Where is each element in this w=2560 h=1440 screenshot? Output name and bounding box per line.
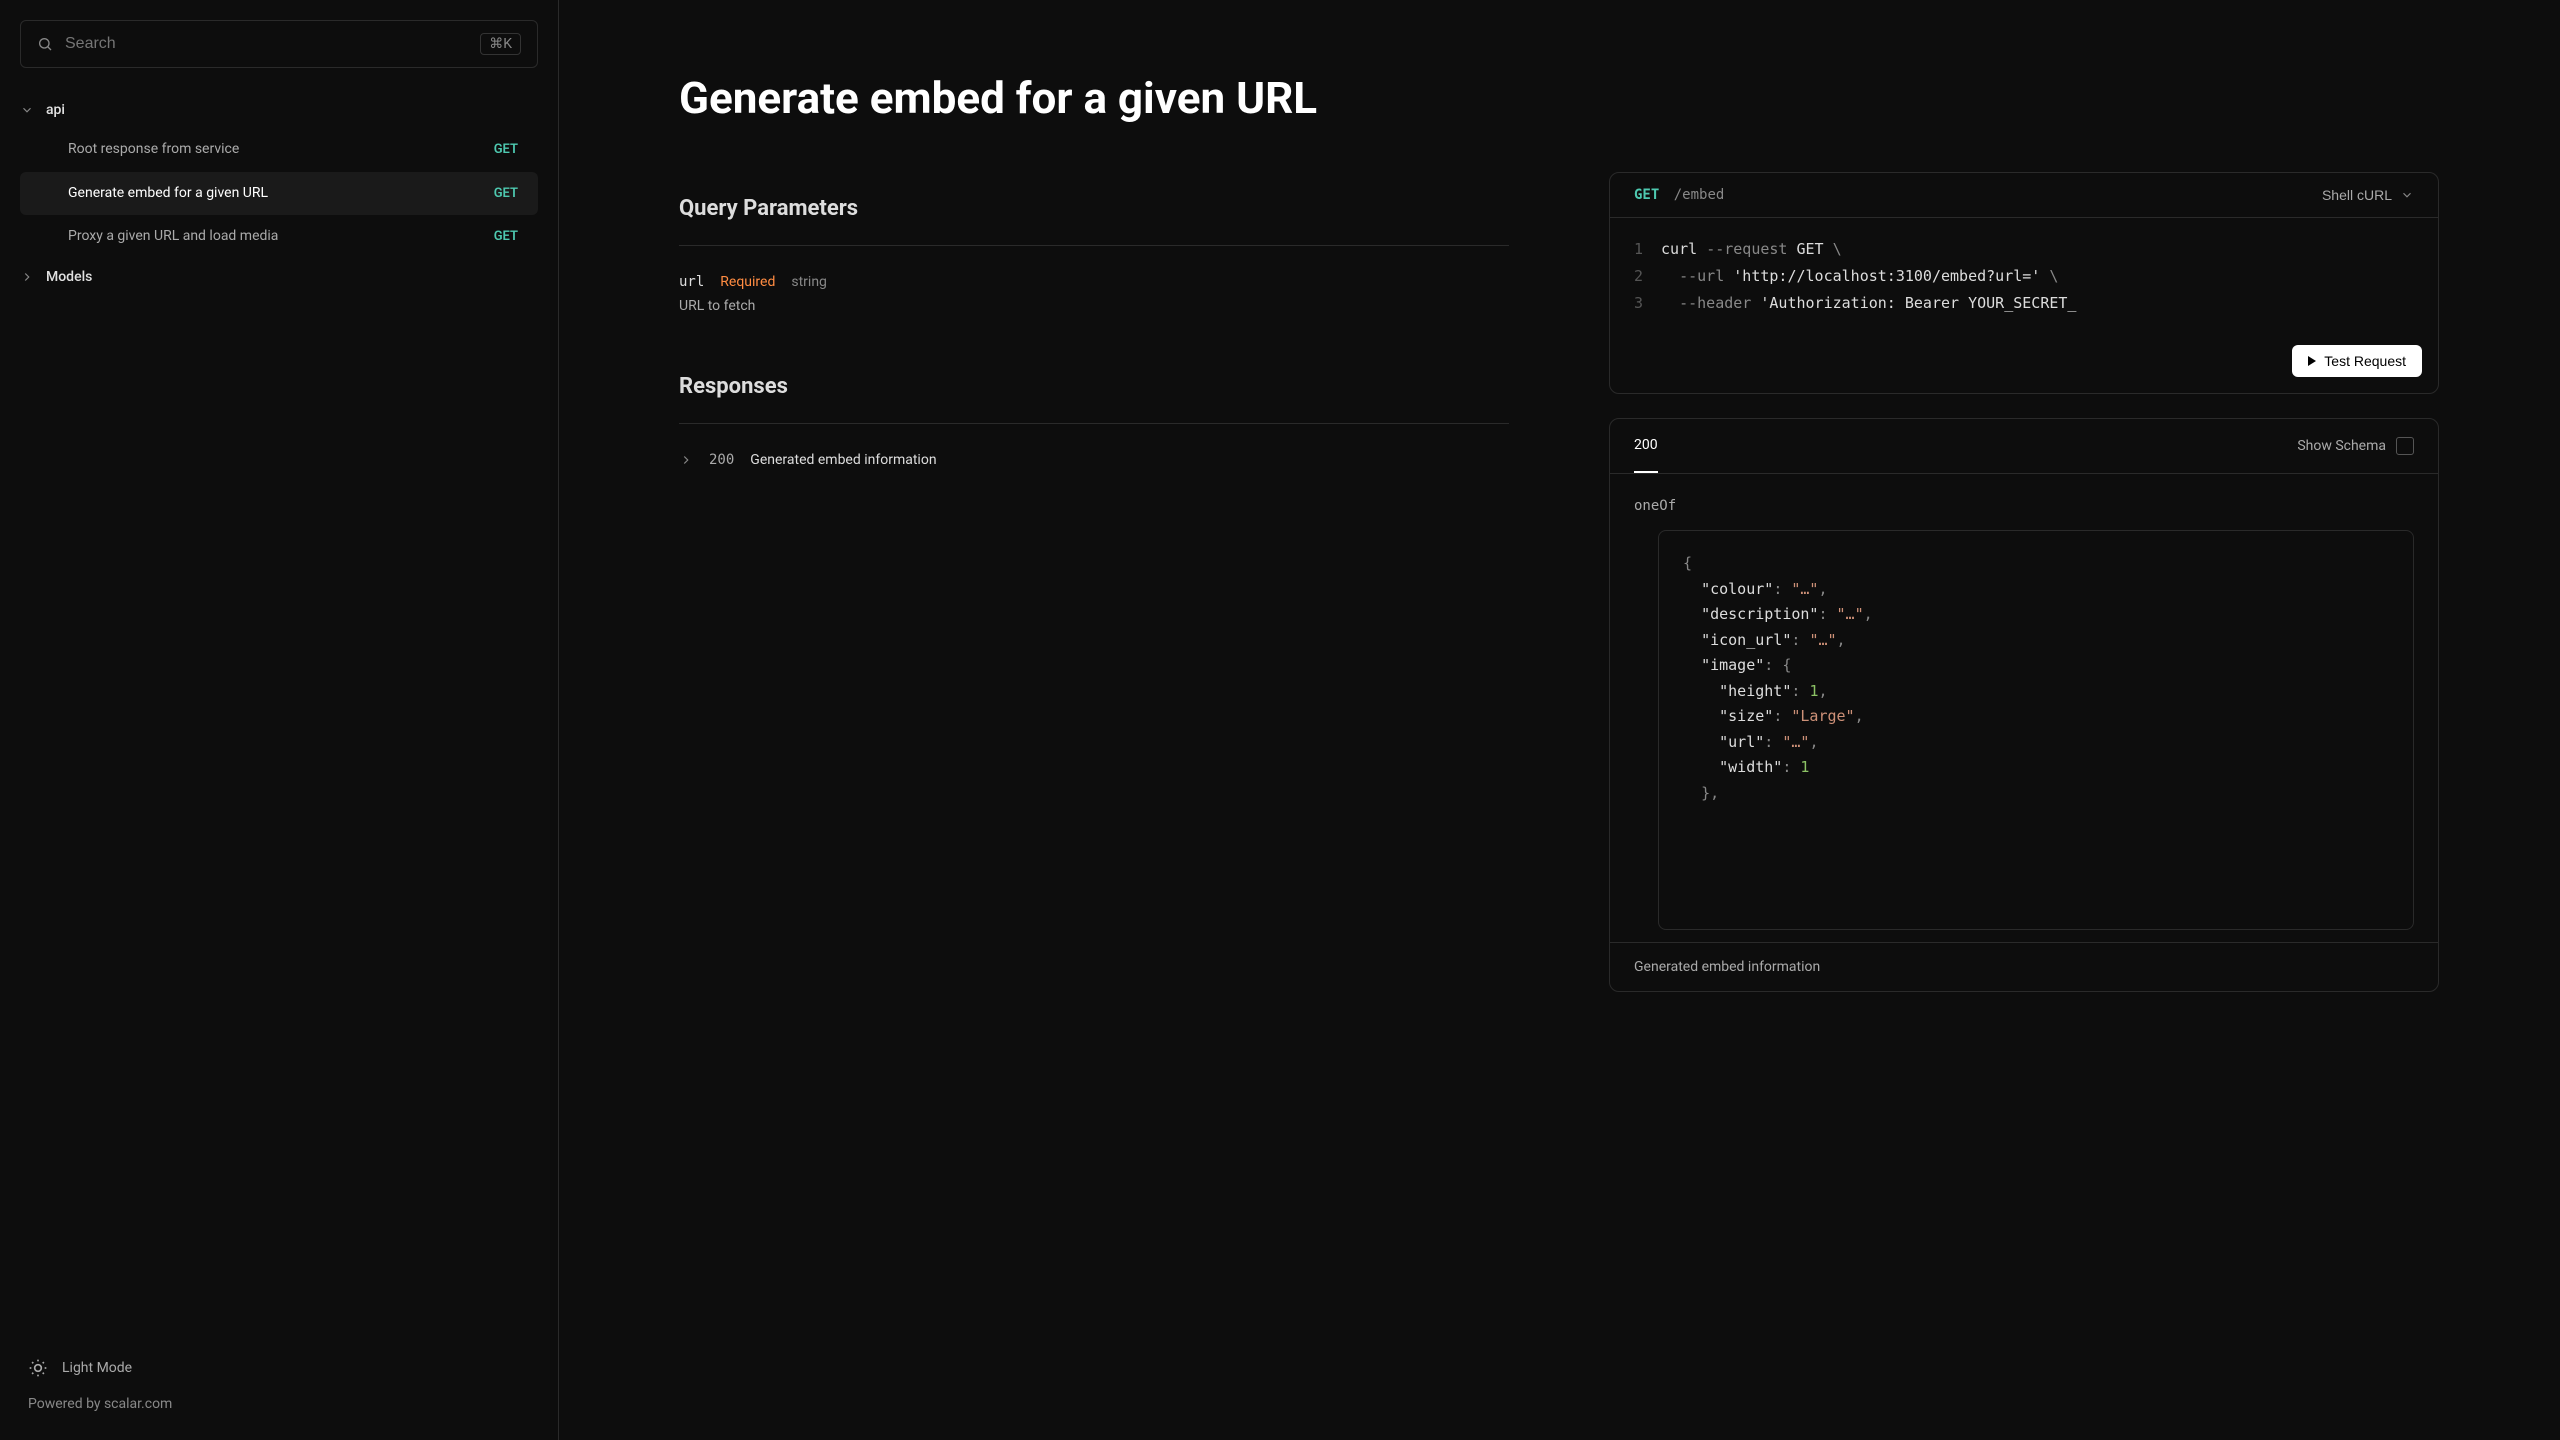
query-parameters-heading: Query Parameters	[679, 196, 1509, 221]
sidebar-group-label: api	[46, 102, 65, 118]
show-schema-label: Show Schema	[2297, 438, 2386, 454]
sidebar-item-generate-embed[interactable]: Generate embed for a given URL GET	[20, 172, 538, 216]
method-badge: GET	[494, 229, 518, 244]
param-description: URL to fetch	[679, 298, 1509, 314]
schema-json[interactable]: { "colour": "…", "description": "…", "ic…	[1658, 530, 2414, 930]
response-200[interactable]: 200 Generated embed information	[679, 452, 1509, 468]
sidebar-item-proxy-url[interactable]: Proxy a given URL and load media GET	[20, 215, 538, 259]
code-block[interactable]: 1curl --request GET \ 2 --url 'http://lo…	[1610, 218, 2438, 335]
method-badge: GET	[494, 186, 518, 201]
sidebar-item-label: Proxy a given URL and load media	[68, 227, 482, 247]
page-title: Generate embed for a given URL	[679, 72, 1509, 124]
sidebar-group-models[interactable]: Models	[0, 259, 558, 295]
sun-icon	[28, 1358, 48, 1378]
light-mode-label: Light Mode	[62, 1360, 132, 1376]
play-icon	[2308, 356, 2316, 366]
show-schema-checkbox[interactable]	[2396, 437, 2414, 455]
oneof-label: oneOf	[1610, 474, 2438, 514]
sidebar-item-label: Root response from service	[68, 140, 482, 160]
param-type: string	[791, 274, 827, 290]
main-content: Generate embed for a given URL Query Par…	[559, 0, 2560, 1440]
chevron-down-icon	[2400, 188, 2414, 202]
search-icon	[37, 36, 53, 52]
responses-heading: Responses	[679, 374, 1509, 399]
param-required-badge: Required	[720, 274, 775, 290]
response-description: Generated embed information	[750, 452, 936, 468]
light-mode-toggle[interactable]: Light Mode	[28, 1358, 530, 1378]
test-request-label: Test Request	[2324, 353, 2406, 369]
search-input[interactable]	[65, 35, 468, 53]
param-row: url Required string	[679, 274, 1509, 290]
language-label: Shell cURL	[2322, 187, 2392, 203]
tab-200[interactable]: 200	[1634, 419, 1658, 473]
show-schema-toggle[interactable]: Show Schema	[2297, 437, 2414, 455]
chevron-right-icon	[679, 453, 693, 467]
response-panel: 200 Show Schema oneOf { "colour": "…", "…	[1609, 418, 2439, 992]
request-header: GET /embed Shell cURL	[1610, 173, 2438, 218]
request-path: /embed	[1674, 187, 1725, 203]
param-name: url	[679, 274, 704, 290]
response-tabs: 200 Show Schema	[1610, 419, 2438, 474]
test-request-button[interactable]: Test Request	[2292, 345, 2422, 377]
search-shortcut: ⌘K	[480, 33, 521, 55]
divider	[679, 245, 1509, 246]
sidebar-group-api[interactable]: api	[0, 92, 558, 128]
sidebar-item-label: Generate embed for a given URL	[68, 184, 482, 204]
powered-by[interactable]: Powered by scalar.com	[28, 1396, 530, 1412]
sidebar: ⌘K api Root response from service GET Ge…	[0, 0, 559, 1440]
request-method: GET	[1634, 187, 1659, 203]
schema-footer: Generated embed information	[1610, 942, 2438, 991]
sidebar-group-label: Models	[46, 269, 92, 285]
sidebar-item-root-response[interactable]: Root response from service GET	[20, 128, 538, 172]
chevron-down-icon	[20, 103, 34, 117]
language-selector[interactable]: Shell cURL	[2322, 187, 2414, 203]
divider	[679, 423, 1509, 424]
method-badge: GET	[494, 142, 518, 157]
request-panel: GET /embed Shell cURL 1curl --request GE…	[1609, 172, 2439, 394]
status-code: 200	[709, 452, 734, 468]
search-box[interactable]: ⌘K	[20, 20, 538, 68]
chevron-right-icon	[20, 270, 34, 284]
